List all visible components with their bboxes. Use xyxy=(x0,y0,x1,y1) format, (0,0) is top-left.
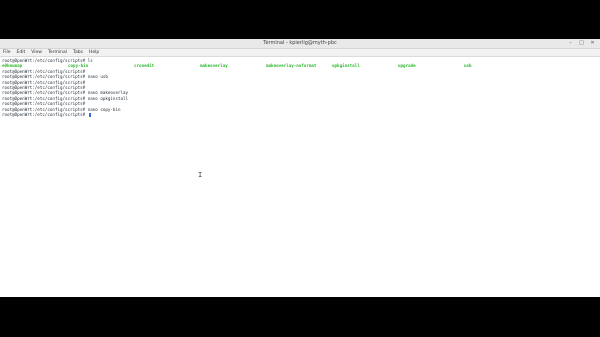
title-bar[interactable]: Terminal - kpierlig@myth-pbc – □ ✕ xyxy=(0,39,600,49)
shell-command: ls xyxy=(85,58,93,63)
shell-prompt: root@OpenWrt:/etc/config/scripts# xyxy=(2,111,86,117)
ls-entry: cronedit xyxy=(134,63,155,69)
ls-entry: makeoverlay-noformat xyxy=(266,63,317,69)
terminal-output[interactable]: root@OpenWrt:/etc/config/scripts# ls e0km… xyxy=(0,57,600,297)
shell-prompt: root@OpenWrt:/etc/config/scripts# xyxy=(2,74,86,80)
menu-tabs[interactable]: Tabs xyxy=(70,49,86,56)
menu-terminal[interactable]: Terminal xyxy=(45,49,70,56)
shell-prompt: root@OpenWrt:/etc/config/scripts# xyxy=(2,68,86,74)
shell-prompt: root@OpenWrt:/etc/config/scripts# xyxy=(2,90,86,96)
ls-entry: upgrade xyxy=(398,63,416,69)
ls-entry: makeoverlay xyxy=(200,63,228,69)
terminal-line: root@OpenWrt:/etc/config/scripts# xyxy=(2,111,598,118)
shell-command xyxy=(85,112,88,117)
close-button[interactable]: ✕ xyxy=(589,40,596,47)
terminal-window: Terminal - kpierlig@myth-pbc – □ ✕ File … xyxy=(0,39,600,297)
menu-edit[interactable]: Edit xyxy=(14,49,29,56)
ls-entry: opkginstall xyxy=(332,63,360,69)
ls-output-row: e0kmumap copy-bin cronedit makeoverlay makeo… xyxy=(2,63,598,68)
minimize-button[interactable]: – xyxy=(567,40,574,47)
window-controls: – □ ✕ xyxy=(567,39,596,48)
text-cursor-icon: I xyxy=(198,171,203,179)
menu-file[interactable]: File xyxy=(0,49,14,56)
menu-view[interactable]: View xyxy=(28,49,45,56)
ls-entry: usb xyxy=(464,63,472,69)
shell-prompt: root@OpenWrt:/etc/config/scripts# xyxy=(2,101,86,107)
shell-prompt: root@OpenWrt:/etc/config/scripts# xyxy=(2,95,86,101)
shell-prompt: root@OpenWrt:/etc/config/scripts# xyxy=(2,106,86,112)
terminal-cursor xyxy=(88,112,92,118)
shell-command: nano makeoverlay xyxy=(85,90,129,96)
shell-prompt: root@OpenWrt:/etc/config/scripts# xyxy=(2,79,86,85)
shell-prompt: root@OpenWrt:/etc/config/scripts# xyxy=(2,84,86,90)
maximize-button[interactable]: □ xyxy=(578,40,585,47)
shell-command: nano opkginstall xyxy=(85,95,129,101)
menu-bar: File Edit View Terminal Tabs Help xyxy=(0,49,600,57)
menu-help[interactable]: Help xyxy=(86,49,102,56)
shell-command: nano copy-bin xyxy=(85,106,121,112)
window-title: Terminal - kpierlig@myth-pbc xyxy=(263,40,337,46)
shell-command: nano usb xyxy=(85,74,108,80)
shell-prompt: root@OpenWrt:/etc/config/scripts# xyxy=(2,58,86,63)
